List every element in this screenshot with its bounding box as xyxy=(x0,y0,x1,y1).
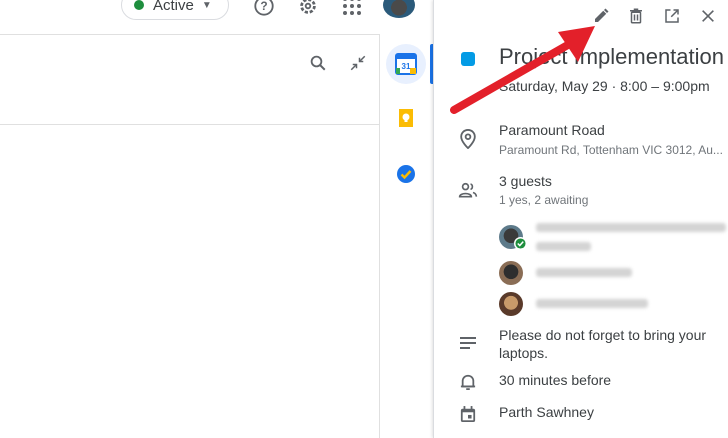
guests-detail: 1 yes, 2 awaiting xyxy=(499,193,589,207)
guest-name-blurred xyxy=(536,223,726,232)
lightbulb-icon xyxy=(399,109,413,127)
guest-status-blurred xyxy=(536,242,591,251)
event-datetime: Saturday, May 29 · 8:00 – 9:00pm xyxy=(499,78,710,94)
status-chip[interactable]: Active ▼ xyxy=(121,0,229,20)
status-label: Active xyxy=(153,0,194,14)
divider xyxy=(0,34,380,35)
calendar-owner-icon xyxy=(458,404,478,424)
accepted-check-icon xyxy=(514,237,527,250)
tasks-check-icon xyxy=(397,165,415,183)
open-in-new-icon[interactable] xyxy=(660,4,684,28)
location-address[interactable]: Paramount Rd, Tottenham VIC 3012, Au... xyxy=(499,143,723,157)
calendar-owner: Parth Sawhney xyxy=(499,404,594,420)
calendar-app-icon: 31 xyxy=(395,53,417,75)
close-icon[interactable] xyxy=(696,4,720,28)
guests-icon xyxy=(458,180,478,200)
strip-divider xyxy=(379,34,380,438)
status-dot-icon xyxy=(134,0,144,10)
top-bar: Active ▼ ? xyxy=(0,0,432,34)
collapse-icon[interactable] xyxy=(346,51,370,75)
guest-avatar[interactable] xyxy=(499,292,523,316)
divider xyxy=(0,124,380,125)
apps-grid-icon[interactable] xyxy=(340,0,364,18)
location-name[interactable]: Paramount Road xyxy=(499,122,605,138)
description-icon xyxy=(458,333,478,353)
event-color-swatch xyxy=(461,52,475,66)
edit-pencil-icon[interactable] xyxy=(589,4,613,28)
help-icon[interactable]: ? xyxy=(252,0,276,18)
guest-avatar[interactable] xyxy=(499,225,527,250)
reminder: 30 minutes before xyxy=(499,372,612,388)
delete-trash-icon[interactable] xyxy=(624,4,648,28)
guest-avatar[interactable] xyxy=(499,261,523,285)
side-strip-calendar[interactable]: 31 xyxy=(386,44,426,84)
guests-summary: 3 guests xyxy=(499,173,552,189)
event-detail-panel: Project Implementation Saturday, May 29 … xyxy=(433,0,728,438)
calendar-day-label: 31 xyxy=(402,62,411,71)
side-strip-keep[interactable] xyxy=(386,98,426,138)
location-pin-icon xyxy=(458,129,478,149)
bell-icon xyxy=(458,372,478,392)
account-avatar[interactable] xyxy=(383,0,415,18)
guest-name-blurred xyxy=(536,299,648,308)
search-icon[interactable] xyxy=(306,51,330,75)
side-strip-tasks[interactable] xyxy=(386,154,426,194)
event-description: Please do not forget to bring your lapto… xyxy=(499,327,707,361)
guest-name-blurred xyxy=(536,268,632,277)
event-title: Project Implementation xyxy=(499,44,724,69)
svg-text:?: ? xyxy=(260,0,267,13)
settings-gear-icon[interactable] xyxy=(296,0,320,18)
caret-down-icon: ▼ xyxy=(201,0,212,11)
